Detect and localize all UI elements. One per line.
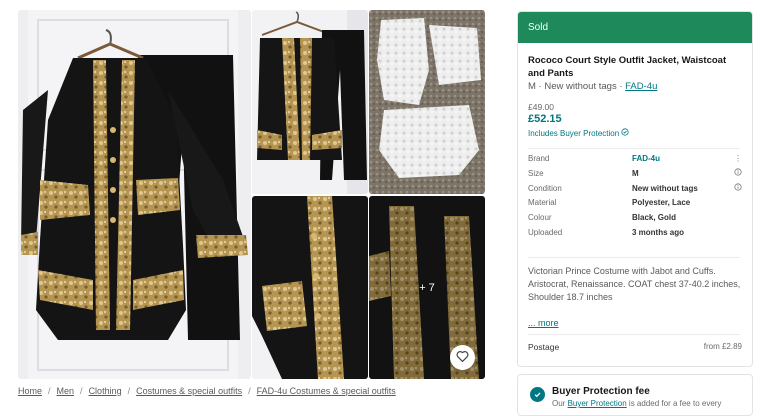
sold-status-bar: Sold [518,12,752,43]
breadcrumb: Home / Men / Clothing / Costumes & speci… [18,386,396,396]
sold-status-label: Sold [528,22,549,33]
shield-check-icon [530,387,545,402]
lace-accessories-photo[interactable] [369,10,485,194]
info-icon[interactable] [734,182,742,197]
more-icon[interactable]: ⋮ [734,152,742,167]
sleeve-detail-photo[interactable] [252,196,368,379]
item-subline: M · New without tags · FAD-4u [528,81,657,92]
detail-row-material: Material Polyester, Lace [528,196,742,211]
buyer-protection-title: Buyer Protection fee [552,386,650,397]
breadcrumb-separator: / [80,386,83,396]
listing-panel: Sold Rococo Court Style Outfit Jacket, W… [517,11,753,367]
main-photo[interactable] [18,10,251,379]
detail-key: Brand [528,154,550,163]
buyer-protection-text: Includes Buyer Protection [528,128,620,138]
brand-link[interactable]: FAD-4u [625,81,657,92]
item-details: Brand FAD-4u ⋮ Size M Condition New with… [528,152,742,241]
show-more-link[interactable]: ... more [528,318,559,328]
more-photos-count: + 7 [419,281,435,294]
detail-key: Condition [528,183,562,193]
detail-key: Material [528,198,557,208]
size-condition-text: M · New without tags · [528,81,626,92]
detail-key: Uploaded [528,227,563,237]
shield-check-icon [621,128,629,138]
breadcrumb-home[interactable]: Home [18,386,42,396]
divider [528,334,740,335]
detail-value-brand-link[interactable]: FAD-4u [632,152,660,167]
detail-row-brand: Brand FAD-4u ⋮ [528,152,742,167]
detail-value: Black, Gold [632,213,677,223]
detail-value: Polyester, Lace [632,198,691,208]
postage-value: from £2.89 [703,342,742,351]
original-price: £49.00 [528,102,554,112]
detail-row-condition: Condition New without tags [528,182,742,197]
breadcrumb-brand-costumes[interactable]: FAD-4u Costumes & special outfits [257,386,396,396]
detail-row-colour: Colour Black, Gold [528,211,742,226]
breadcrumb-separator: / [248,386,251,396]
info-icon[interactable] [734,167,742,182]
buyer-protection-card: Buyer Protection fee Our Buyer Protectio… [517,374,753,416]
breadcrumb-men[interactable]: Men [57,386,75,396]
breadcrumb-clothing[interactable]: Clothing [89,386,122,396]
breadcrumb-separator: / [127,386,131,396]
breadcrumb-separator: / [48,386,51,396]
breadcrumb-costumes[interactable]: Costumes & special outfits [136,386,242,396]
item-title: Rococo Court Style Outfit Jacket, Waistc… [528,55,727,79]
total-price: £52.15 [528,113,562,125]
divider [528,148,740,149]
detail-key: Size [528,168,544,178]
heart-icon [456,349,469,367]
detail-row-size: Size M [528,167,742,182]
detail-value: 3 months ago [632,227,685,237]
favourite-button[interactable] [450,345,475,370]
waistcoat-photo[interactable] [252,10,368,194]
detail-value: M [632,168,639,178]
buyer-protection-link[interactable]: Includes Buyer Protection [528,128,629,138]
detail-value: New without tags [632,183,698,193]
detail-key: Colour [528,213,552,223]
divider [528,257,740,258]
item-description: Victorian Prince Costume with Jabot and … [528,266,741,303]
postage-label: Postage [528,342,560,352]
detail-row-uploaded: Uploaded 3 months ago [528,226,742,241]
